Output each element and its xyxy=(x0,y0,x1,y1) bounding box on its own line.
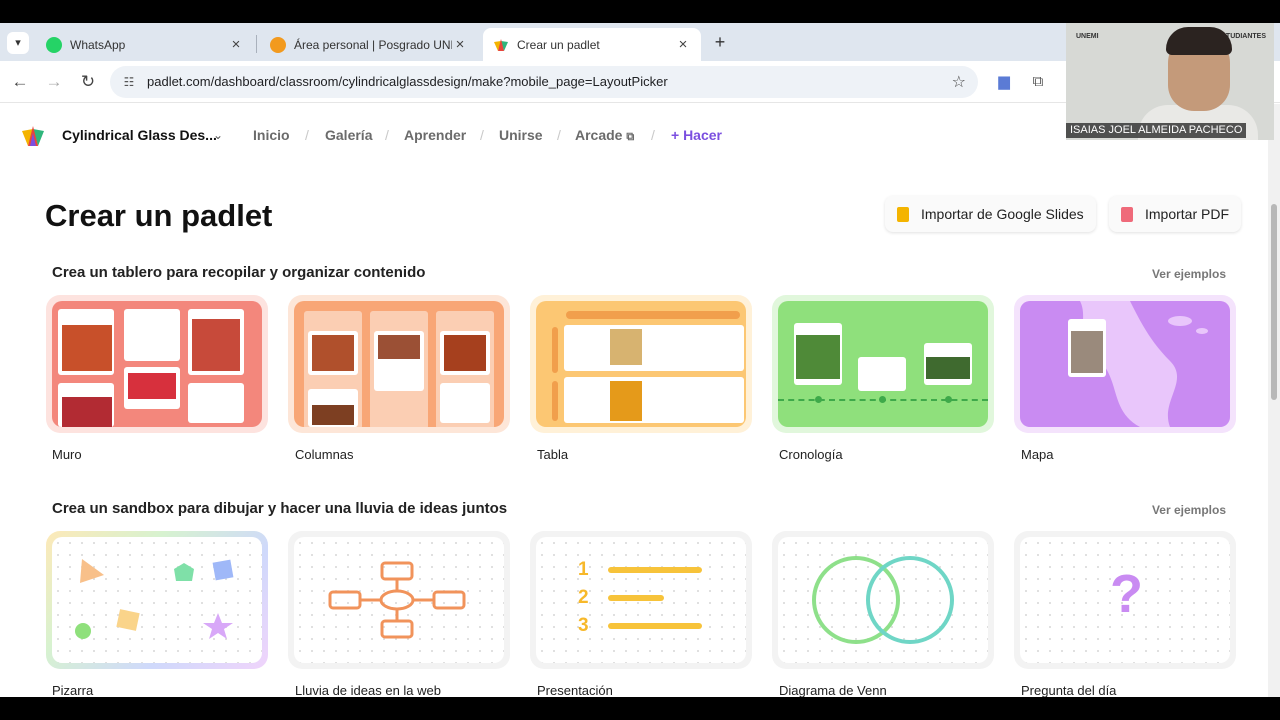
nav-separator: / xyxy=(385,127,389,143)
section-title-sandbox: Crea un sandbox para dibujar y hacer una… xyxy=(52,500,508,517)
card-label-mapa[interactable]: Mapa xyxy=(1021,447,1054,462)
venn-preview xyxy=(778,537,988,663)
slide-number: 1 xyxy=(578,559,589,580)
pdf-icon xyxy=(1121,206,1133,222)
scrollbar-thumb[interactable] xyxy=(1271,204,1277,400)
card-muro[interactable] xyxy=(46,295,268,433)
reload-icon[interactable]: ↻ xyxy=(76,70,100,94)
workspace-name[interactable]: Cylindrical Glass Des... xyxy=(62,127,217,143)
webcam-sign-left: UNEMI xyxy=(1076,33,1099,40)
lluvia-ideas-preview xyxy=(294,537,504,663)
card-venn[interactable] xyxy=(772,531,994,669)
address-bar[interactable]: ☷ padlet.com/dashboard/classroom/cylindr… xyxy=(110,66,978,98)
google-slides-icon xyxy=(897,206,909,222)
whatsapp-icon xyxy=(46,36,62,53)
forward-arrow-icon[interactable]: → xyxy=(42,70,66,94)
slide-number: 2 xyxy=(578,587,589,608)
presentacion-preview: 1 2 3 xyxy=(536,537,746,663)
card-pizarra[interactable] xyxy=(46,531,268,669)
nav-separator: / xyxy=(557,127,561,143)
moodle-icon xyxy=(270,36,286,53)
card-cronologia[interactable] xyxy=(772,295,994,433)
url-text[interactable]: padlet.com/dashboard/classroom/cylindric… xyxy=(147,74,668,89)
tab-crear-padlet[interactable]: Crear un padlet × xyxy=(483,28,701,61)
import-pdf-button[interactable]: Importar PDF xyxy=(1109,196,1242,232)
pregunta-dia-preview: ? xyxy=(1020,537,1230,663)
import-slides-label: Importar de Google Slides xyxy=(921,206,1084,222)
slide-number: 3 xyxy=(578,615,589,636)
tab-title: WhatsApp xyxy=(70,37,126,52)
bookmark-star-icon[interactable]: ☆ xyxy=(952,72,966,92)
back-arrow-icon[interactable]: ← xyxy=(8,70,32,94)
webcam-person-hair xyxy=(1166,27,1232,55)
close-icon[interactable]: × xyxy=(452,36,468,53)
external-link-icon: ⧉ xyxy=(626,131,635,143)
see-examples-link[interactable]: Ver ejemplos xyxy=(1152,267,1226,281)
tabla-preview xyxy=(536,301,746,427)
mapa-preview xyxy=(1020,301,1230,427)
nav-inicio[interactable]: Inicio xyxy=(253,127,290,143)
tab-title: Crear un padlet xyxy=(517,37,600,52)
webcam-overlay: UNEMI ESTUDIANTES ISAIAS JOEL ALMEIDA PA… xyxy=(1066,23,1274,140)
card-columnas[interactable] xyxy=(288,295,510,433)
columnas-preview xyxy=(294,301,504,427)
chevron-down-icon[interactable]: ⌄ xyxy=(213,128,223,142)
card-label-tabla[interactable]: Tabla xyxy=(537,447,568,462)
tab-divider xyxy=(256,35,257,53)
close-icon[interactable]: × xyxy=(228,36,244,53)
tab-title: Área personal | Posgrado UNEMI xyxy=(294,37,452,52)
padlet-icon xyxy=(493,37,509,53)
import-google-slides-button[interactable]: Importar de Google Slides xyxy=(885,196,1096,232)
new-tab-plus-icon[interactable]: + xyxy=(709,32,731,54)
card-label-pizarra[interactable]: Pizarra xyxy=(52,683,93,697)
section-title-boards: Crea un tablero para recopilar y organiz… xyxy=(52,264,426,281)
tab-area-personal[interactable]: Área personal | Posgrado UNEMI × xyxy=(260,28,478,61)
nav-unirse[interactable]: Unirse xyxy=(499,127,543,143)
card-mapa[interactable] xyxy=(1014,295,1236,433)
document-extension-icon[interactable]: ▆ xyxy=(993,71,1015,93)
card-label-presentacion[interactable]: Presentación xyxy=(537,683,613,697)
tab-whatsapp[interactable]: WhatsApp × xyxy=(36,28,254,61)
nav-arcade-label: Arcade xyxy=(575,127,623,143)
nav-aprender[interactable]: Aprender xyxy=(404,127,466,143)
nav-separator: / xyxy=(651,127,655,143)
card-presentacion[interactable]: 1 2 3 xyxy=(530,531,752,669)
card-tabla[interactable] xyxy=(530,295,752,433)
muro-preview xyxy=(52,301,262,427)
import-pdf-label: Importar PDF xyxy=(1145,206,1230,222)
card-label-columnas[interactable]: Columnas xyxy=(295,447,354,462)
card-label-venn[interactable]: Diagrama de Venn xyxy=(779,683,887,697)
card-label-lluvia-ideas[interactable]: Lluvia de ideas en la web xyxy=(295,683,441,697)
card-lluvia-ideas[interactable] xyxy=(288,531,510,669)
page-title: Crear un padlet xyxy=(45,198,273,233)
card-label-muro[interactable]: Muro xyxy=(52,447,82,462)
nav-galeria[interactable]: Galería xyxy=(325,127,372,143)
nav-separator: / xyxy=(480,127,484,143)
pizarra-preview xyxy=(52,537,262,663)
padlet-logo-icon[interactable] xyxy=(21,125,45,147)
tab-search-chevron-icon[interactable]: ▾ xyxy=(7,32,29,54)
webcam-name-label: ISAIAS JOEL ALMEIDA PACHECO xyxy=(1066,123,1247,138)
see-examples-link[interactable]: Ver ejemplos xyxy=(1152,503,1226,517)
padlet-page: Cylindrical Glass Des... ⌄ Inicio / Gale… xyxy=(0,104,1268,697)
card-label-pregunta-dia[interactable]: Pregunta del día xyxy=(1021,683,1116,697)
card-pregunta-dia[interactable]: ? xyxy=(1014,531,1236,669)
page-scrollbar[interactable] xyxy=(1268,104,1280,697)
cronologia-preview xyxy=(778,301,988,427)
card-label-cronologia[interactable]: Cronología xyxy=(779,447,843,462)
extensions-puzzle-icon[interactable]: ⧉ xyxy=(1027,71,1049,93)
question-mark-icon: ? xyxy=(1110,564,1143,624)
close-icon[interactable]: × xyxy=(675,36,691,53)
site-settings-icon[interactable]: ☷ xyxy=(120,73,138,91)
nav-make-button[interactable]: + Hacer xyxy=(671,127,722,143)
nav-arcade[interactable]: Arcade ⧉ xyxy=(575,127,634,144)
nav-separator: / xyxy=(305,127,309,143)
screen: ▾ WhatsApp × Área personal | Posgrado UN… xyxy=(0,0,1280,720)
